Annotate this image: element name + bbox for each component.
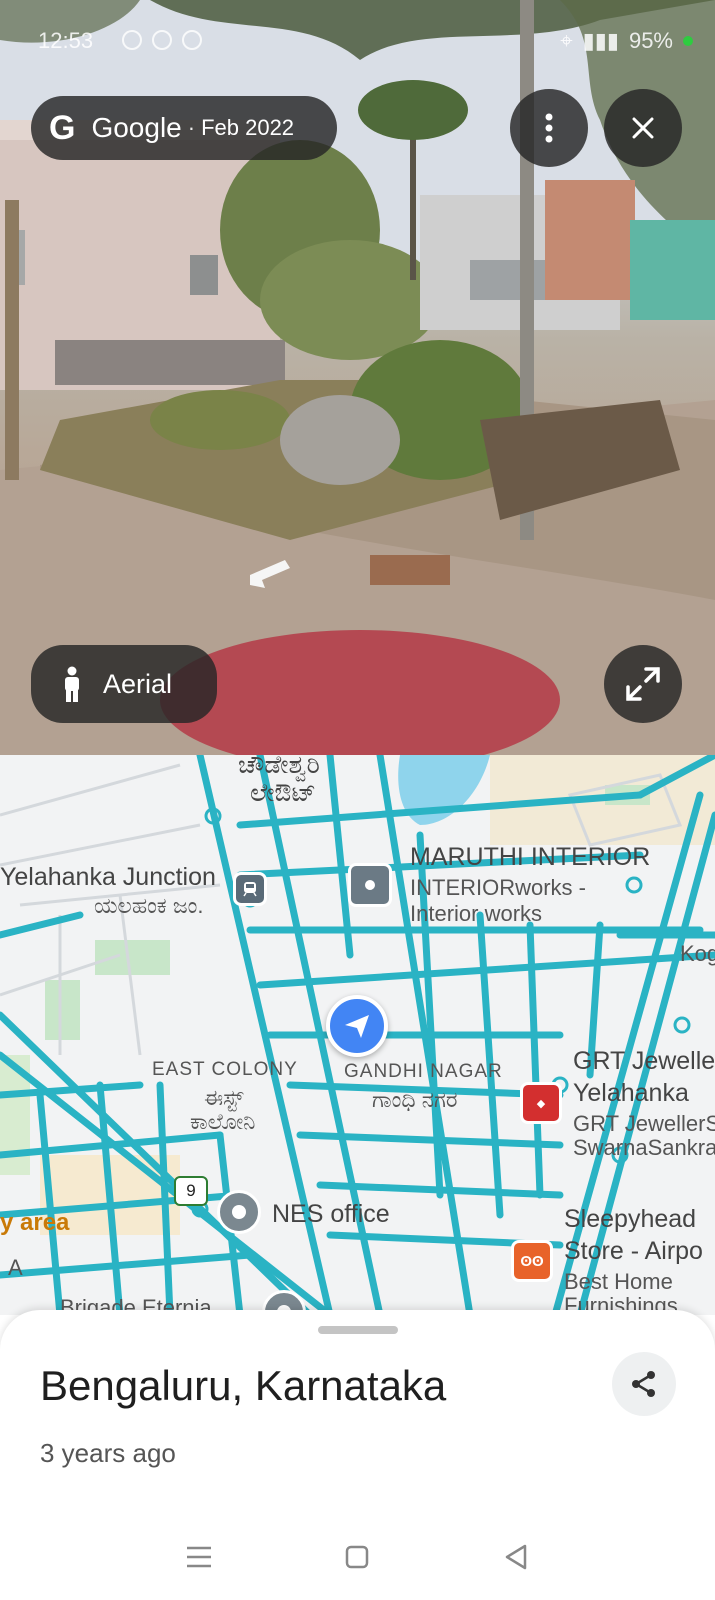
facebook-icon-2 — [182, 30, 202, 50]
map-label-sleepyhead-1[interactable]: Sleepyhead — [564, 1205, 696, 1234]
google-logo-icon: G — [49, 108, 76, 147]
capture-age: 3 years ago — [40, 1438, 176, 1468]
share-button[interactable] — [612, 1352, 676, 1416]
aerial-label: Aerial — [103, 668, 173, 699]
map-label-grt-title2[interactable]: Yelahanka — [573, 1079, 689, 1108]
whatsapp-icon — [122, 30, 142, 50]
notification-icons — [122, 30, 202, 50]
privacy-dot-icon — [683, 36, 693, 46]
map-label-maruthi[interactable]: MARUTHI INTERIOR — [410, 843, 650, 872]
map-label-yelahanka-junction: Yelahanka Junction — [0, 863, 216, 891]
street-view-photo[interactable]: 12:53 ⌖ ▮▮▮ 95% G Google · Feb 2022 Aeri… — [0, 0, 715, 755]
map-label-gandhi-nagar: GANDHI NAGAR — [344, 1061, 503, 1082]
train-icon — [243, 882, 257, 897]
home-button[interactable] — [337, 1537, 377, 1577]
close-button[interactable] — [604, 89, 682, 167]
map-label-east-colony: EAST COLONY — [152, 1059, 298, 1080]
map-label-sleepyhead-2[interactable]: Store - Airpo — [564, 1237, 703, 1266]
map-label-grt-sub2: SwarnaSankrar — [573, 1135, 715, 1160]
system-icons: ⌖ ▮▮▮ 95% — [560, 28, 693, 54]
map-label-kannada-1: ಚೌಡೇಶ್ವರಿ — [238, 755, 320, 779]
highway-shield: 9 — [174, 1176, 208, 1206]
imagery-date-chip[interactable]: G Google · Feb 2022 — [31, 96, 337, 160]
map-label-east-colony-kn2: ಕಾಲೋನಿ — [190, 1109, 256, 1134]
close-icon — [632, 117, 654, 139]
home-icon — [346, 1545, 369, 1569]
map-label-grt-sub1: GRT JewellerS — [573, 1111, 715, 1136]
menu-icon — [187, 1546, 212, 1568]
aerial-mode-button[interactable]: Aerial — [31, 645, 217, 723]
expand-icon — [626, 667, 660, 701]
map-label-kog: Kog — [680, 941, 715, 966]
place-bottom-sheet[interactable]: Bengaluru, Karnataka 3 years ago — [0, 1310, 715, 1600]
signal-icon: ▮▮▮ — [582, 28, 619, 53]
brand-label: Google — [91, 112, 182, 143]
map-label-maruthi-sub2: Interior works — [410, 901, 543, 926]
map-label-kannada-2: ಲೇಔಟ್ — [250, 779, 316, 807]
map-label-maruthi-sub1: INTERIORworks - — [410, 875, 586, 900]
back-icon — [505, 1544, 527, 1570]
map-label-east-colony-kn1: ಈಸ್ಟ್ — [204, 1085, 244, 1110]
grt-jewellers-pin[interactable]: ◆ — [520, 1082, 562, 1124]
imagery-date: Feb 2022 — [201, 115, 295, 140]
pegman-icon — [65, 666, 79, 702]
map-label-sleepyhead-sub1: Best Home — [564, 1269, 673, 1294]
grt-logo-icon: ◆ — [536, 1097, 546, 1110]
status-bar: 12:53 ⌖ ▮▮▮ 95% — [0, 0, 715, 84]
place-title: Bengaluru, Karnataka — [40, 1362, 447, 1409]
nes-office-pin[interactable] — [217, 1190, 261, 1234]
more-options-button[interactable] — [510, 89, 588, 167]
pin-dot-icon — [365, 880, 375, 890]
navigation-arrow-icon — [345, 1015, 369, 1038]
sheet-drag-handle[interactable] — [318, 1326, 398, 1334]
battery-level: 95% — [628, 28, 673, 53]
system-nav-bar — [0, 1514, 715, 1600]
separator: · — [187, 115, 196, 140]
map-label-a: A — [8, 1255, 23, 1280]
map-label-area: y area — [0, 1209, 70, 1236]
sleepyhead-logo-icon: ʘʘ — [520, 1252, 544, 1270]
share-icon — [632, 1371, 655, 1397]
status-time: 12:53 — [38, 28, 94, 53]
map-label-gandhi-nagar-kn: ಗಾಂಧಿ ನಗರ — [372, 1087, 458, 1112]
more-vert-icon — [545, 113, 553, 143]
recent-apps-button[interactable] — [179, 1537, 219, 1577]
railway-station-pin[interactable] — [233, 872, 267, 906]
map-label-nes-office[interactable]: NES office — [272, 1200, 390, 1229]
facebook-icon — [152, 30, 172, 50]
map-label-grt-title1[interactable]: GRT Jewelle — [573, 1047, 715, 1076]
pin-dot-icon — [232, 1205, 246, 1219]
current-view-location-marker — [326, 995, 388, 1057]
maruthi-interior-pin[interactable] — [348, 863, 392, 907]
expand-button[interactable] — [604, 645, 682, 723]
back-button[interactable] — [496, 1537, 536, 1577]
sleepyhead-store-pin[interactable]: ʘʘ — [511, 1240, 553, 1282]
map-label-yelahanka-junction-kn: ಯಲಹಂಕ ಜಂ. — [94, 893, 204, 918]
location-icon: ⌖ — [560, 28, 573, 53]
